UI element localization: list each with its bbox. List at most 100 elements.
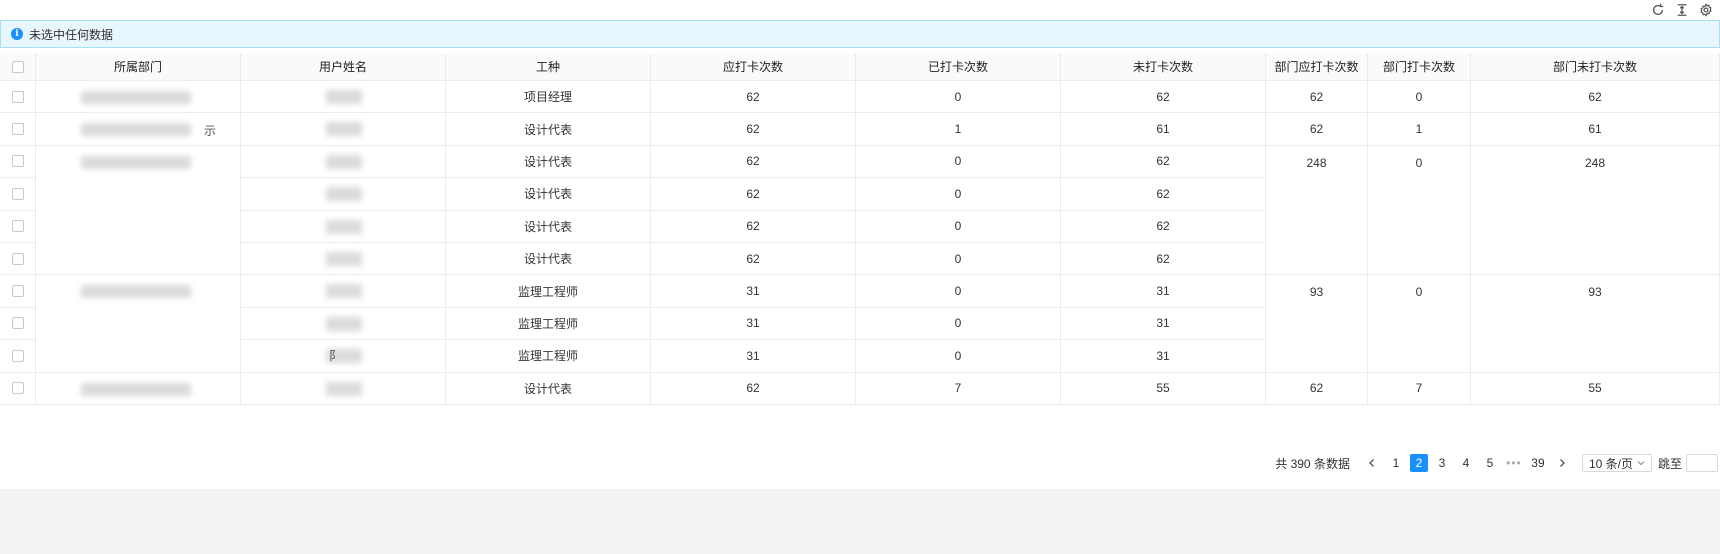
row-checkbox[interactable] (11, 187, 24, 200)
cell-done: 0 (856, 275, 1061, 308)
column-header-label: 工种 (535, 60, 560, 74)
cell-job: 设计代表 (446, 178, 651, 211)
page-button-1[interactable]: 1 (1386, 454, 1406, 472)
row-checkbox[interactable] (11, 349, 24, 362)
row-checkbox[interactable] (11, 123, 24, 136)
row-checkbox[interactable] (11, 382, 24, 395)
row-select-cell[interactable] (0, 372, 36, 405)
cell-dept-missed: 61 (1471, 113, 1720, 146)
refresh-icon[interactable] (1650, 2, 1666, 18)
prev-page-button[interactable] (1362, 454, 1382, 472)
cell-missed: 31 (1061, 307, 1266, 341)
select-all-checkbox[interactable] (11, 60, 24, 73)
row-checkbox[interactable] (11, 155, 24, 168)
cell-value: 31 (1156, 316, 1170, 331)
cell-done: 0 (856, 178, 1061, 211)
redacted-name (326, 90, 362, 104)
redacted-name (326, 381, 362, 396)
cell-value: 31 (1156, 284, 1170, 299)
page-button-39[interactable]: 39 (1528, 454, 1548, 472)
chevron-right-icon (1559, 459, 1565, 467)
column-header-label: 部门未打卡次数 (1552, 60, 1637, 74)
header-select-all[interactable] (0, 53, 36, 81)
jump-page-input[interactable] (1686, 454, 1718, 472)
cell-value: 62 (746, 251, 760, 266)
cell-dept-done: 7 (1368, 372, 1471, 405)
cell-done: 1 (856, 113, 1061, 146)
cell-job: 设计代表 (446, 372, 651, 405)
row-select-cell[interactable] (0, 210, 36, 243)
cell-expected: 31 (651, 307, 856, 341)
redacted-name (326, 154, 362, 169)
cell-dept-done: 1 (1368, 113, 1471, 146)
cell-value: 62 (1156, 219, 1170, 234)
redacted-name (326, 316, 362, 331)
cell-expected: 31 (651, 340, 856, 373)
cell-dept-missed: 55 (1471, 372, 1720, 405)
column-height-icon[interactable] (1674, 2, 1690, 18)
row-checkbox[interactable] (11, 252, 24, 265)
cell-dept-missed: 62 (1471, 81, 1720, 114)
cell-value: 项目经理 (523, 90, 572, 105)
column-header-dept-expected[interactable]: 部门应打卡次数 (1266, 53, 1368, 81)
settings-icon[interactable] (1698, 2, 1714, 18)
cell-value: 248 (1584, 155, 1606, 170)
row-checkbox[interactable] (11, 220, 24, 233)
column-header-job[interactable]: 工种 (446, 53, 651, 81)
cell-value: 监理工程师 (517, 316, 578, 331)
cell-value: 62 (746, 154, 760, 169)
column-header-dept-missed[interactable]: 部门未打卡次数 (1471, 53, 1720, 81)
column-header-user-name[interactable]: 用户姓名 (241, 53, 446, 81)
column-header-missed[interactable]: 未打卡次数 (1061, 53, 1266, 81)
row-select-cell[interactable] (0, 340, 36, 373)
cell-done: 0 (856, 81, 1061, 114)
next-page-button[interactable] (1552, 454, 1572, 472)
cell-value: 55 (1588, 381, 1602, 396)
selection-alert: i 未选中任何数据 (0, 20, 1720, 48)
row-checkbox[interactable] (11, 317, 24, 330)
attendance-table: 所属部门 用户姓名 工种 应打卡次数 已打卡次数 未打卡次数 部门应打卡次数 部门打卡次数 部门… (0, 53, 1720, 443)
page-button-4[interactable]: 4 (1456, 454, 1476, 472)
cell-value: 0 (954, 89, 962, 104)
pagination-ellipsis[interactable]: ••• (1504, 454, 1524, 472)
row-select-cell[interactable] (0, 81, 36, 114)
column-header-done[interactable]: 已打卡次数 (856, 53, 1061, 81)
cell-value: 监理工程师 (517, 284, 578, 299)
cell-missed: 55 (1061, 372, 1266, 405)
cell-user-name (241, 275, 446, 308)
row-select-cell[interactable] (0, 113, 36, 146)
cell-value: 93 (1309, 285, 1324, 300)
column-header-dept[interactable]: 所属部门 (36, 53, 241, 81)
row-select-cell[interactable] (0, 178, 36, 211)
page-button-2[interactable]: 2 (1409, 454, 1428, 472)
cell-done: 0 (856, 243, 1061, 276)
column-header-expected[interactable]: 应打卡次数 (651, 53, 856, 81)
column-header-dept-done[interactable]: 部门打卡次数 (1368, 53, 1471, 81)
cell-job: 设计代表 (446, 113, 651, 146)
cell-missed: 62 (1061, 145, 1266, 179)
pagination: 共 390 条数据 1 2 3 4 5 ••• 39 10 条/页 跳至 (1275, 454, 1718, 472)
column-header-label: 已打卡次数 (927, 60, 988, 74)
row-select-cell[interactable] (0, 275, 36, 308)
table-toolbar (1650, 0, 1720, 20)
row-select-cell[interactable] (0, 145, 36, 179)
cell-value: 监理工程师 (517, 349, 578, 364)
row-checkbox[interactable] (11, 90, 24, 103)
cell-value: 0 (954, 348, 962, 363)
cell-value: 31 (1156, 348, 1170, 363)
row-checkbox[interactable] (11, 285, 24, 298)
cell-user-name (241, 81, 446, 114)
cell-dept: 示 (36, 113, 241, 146)
redacted-name (326, 187, 362, 202)
cell-expected: 62 (651, 243, 856, 276)
row-select-cell[interactable] (0, 243, 36, 276)
column-header-label: 应打卡次数 (722, 60, 783, 74)
page-button-3[interactable]: 3 (1432, 454, 1452, 472)
row-select-cell[interactable] (0, 307, 36, 341)
info-icon: i (11, 28, 23, 40)
cell-missed: 62 (1061, 178, 1266, 211)
cell-value: 62 (1156, 186, 1170, 201)
column-header-label: 部门打卡次数 (1382, 60, 1455, 74)
page-size-select[interactable]: 10 条/页 (1581, 454, 1652, 472)
page-button-5[interactable]: 5 (1480, 454, 1500, 472)
